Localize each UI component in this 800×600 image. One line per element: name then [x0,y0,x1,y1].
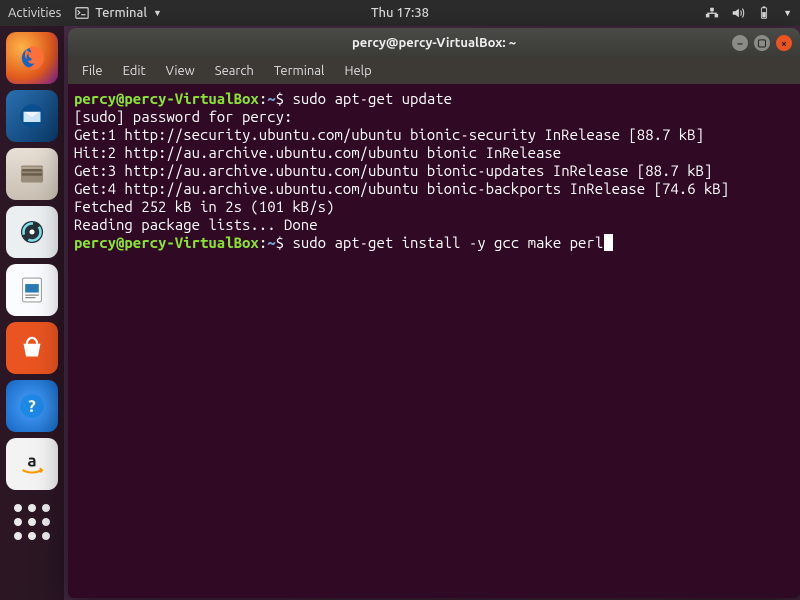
command-2: sudo apt-get install -y gcc make perl [292,234,603,251]
launcher-app-amazon[interactable]: a [6,438,58,490]
prompt-path: ~ [267,90,275,107]
activities-button[interactable]: Activities [8,6,61,20]
menu-terminal[interactable]: Terminal [266,62,333,80]
launcher-app-rhythmbox[interactable] [6,206,58,258]
output-line: [sudo] password for percy: [74,108,292,125]
chevron-down-icon: ▼ [153,8,162,18]
window-titlebar[interactable]: percy@percy-VirtualBox: ~ – ▢ × [68,28,800,58]
svg-text:a: a [27,452,36,471]
output-line: Hit:2 http://au.archive.ubuntu.com/ubunt… [74,144,561,161]
volume-icon[interactable] [731,6,745,20]
terminal-output[interactable]: percy@percy-VirtualBox:~$ sudo apt-get u… [68,84,800,598]
window-minimize-button[interactable]: – [732,35,748,51]
network-icon[interactable] [705,6,719,20]
svg-text:?: ? [28,397,36,416]
window-maximize-button[interactable]: ▢ [754,35,770,51]
menu-search[interactable]: Search [207,62,262,80]
launcher-app-files[interactable] [6,148,58,200]
launcher-app-thunderbird[interactable] [6,90,58,142]
active-app-menu[interactable]: Terminal ▼ [75,6,162,20]
window-menubar: File Edit View Search Terminal Help [68,58,800,84]
menu-help[interactable]: Help [336,62,379,80]
output-line: Reading package lists... Done [74,216,318,233]
terminal-window: percy@percy-VirtualBox: ~ – ▢ × File Edi… [68,28,800,598]
battery-icon[interactable] [757,6,771,20]
active-app-label: Terminal [95,6,147,20]
command-1: sudo apt-get update [292,90,452,107]
window-title: percy@percy-VirtualBox: ~ [352,36,516,50]
window-close-button[interactable]: × [776,35,792,51]
output-line: Get:3 http://au.archive.ubuntu.com/ubunt… [74,162,712,179]
top-panel: Activities Terminal ▼ Thu 17:38 ▼ [0,0,800,26]
launcher-app-help[interactable]: ? [6,380,58,432]
terminal-icon [75,6,89,20]
prompt-user: percy@percy-VirtualBox [74,234,259,251]
menu-view[interactable]: View [158,62,203,80]
launcher-app-software[interactable] [6,322,58,374]
launcher-show-apps[interactable] [6,496,58,548]
terminal-cursor [604,234,613,251]
clock[interactable]: Thu 17:38 [371,6,429,20]
prompt-path: ~ [267,234,275,251]
output-line: Fetched 252 kB in 2s (101 kB/s) [74,198,334,215]
launcher-app-firefox[interactable] [6,32,58,84]
output-line: Get:1 http://security.ubuntu.com/ubuntu … [74,126,704,143]
menu-file[interactable]: File [74,62,111,80]
launcher-app-writer[interactable] [6,264,58,316]
launcher-dock: ? a [0,26,64,600]
apps-grid-icon [14,504,50,540]
output-line: Get:4 http://au.archive.ubuntu.com/ubunt… [74,180,729,197]
prompt-user: percy@percy-VirtualBox [74,90,259,107]
system-menu-chevron-icon[interactable]: ▼ [783,8,792,18]
menu-edit[interactable]: Edit [115,62,154,80]
